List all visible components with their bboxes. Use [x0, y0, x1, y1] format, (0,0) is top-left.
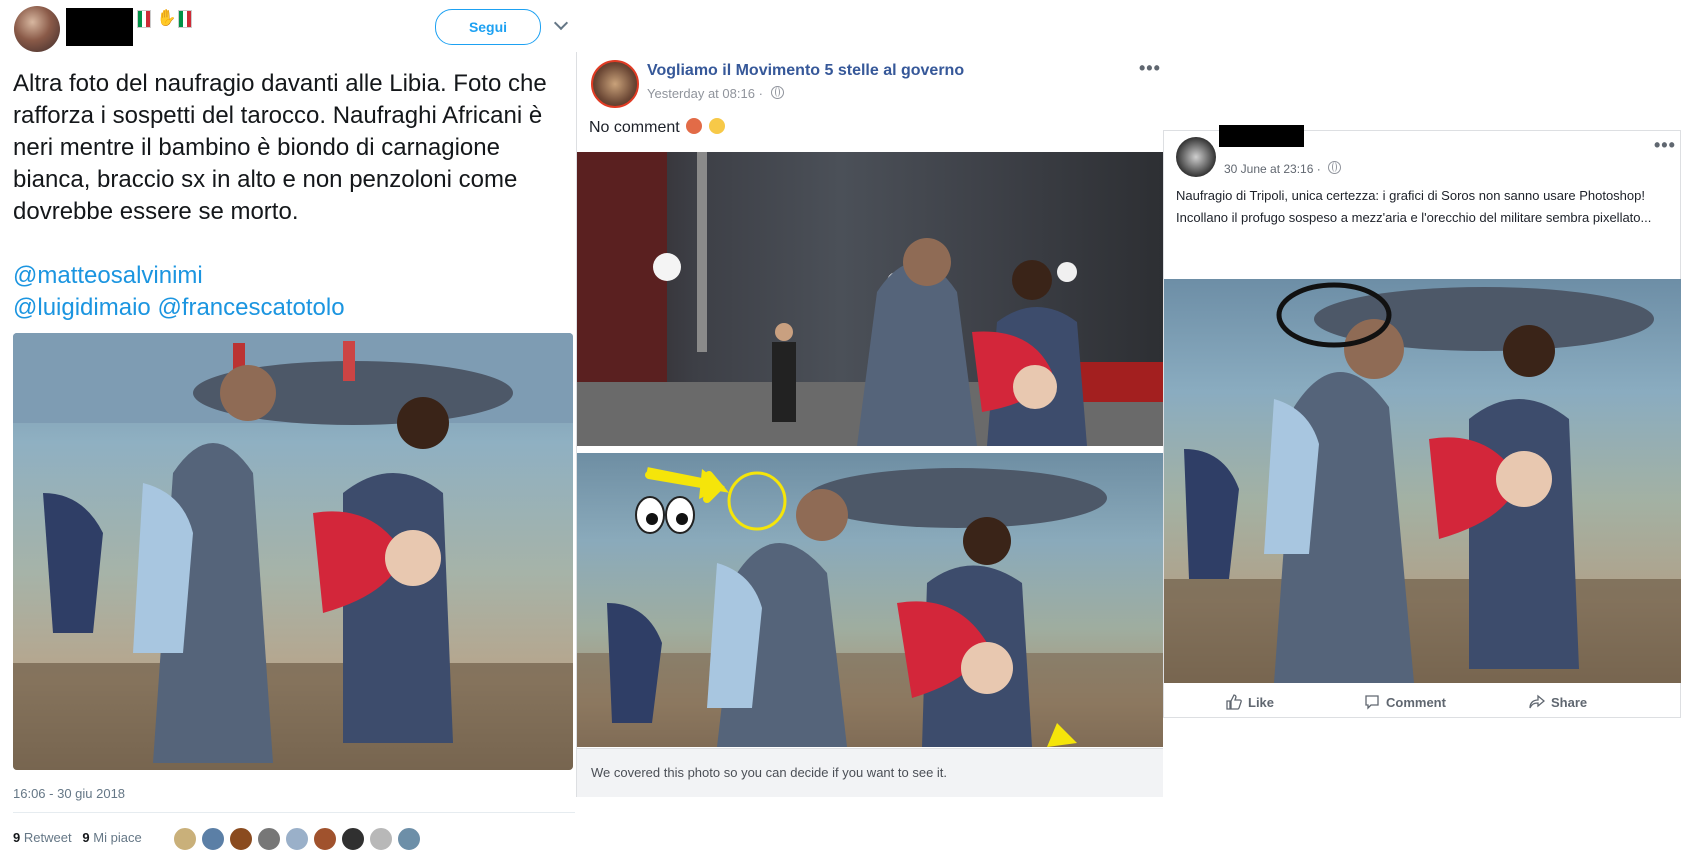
post-timestamp: 30 June at 23:16 ·: [1224, 161, 1342, 176]
italy-flag-icon: [137, 9, 151, 28]
angry-face-icon: [686, 118, 703, 134]
liker-avatar[interactable]: [397, 827, 421, 851]
italy-flag-icon: [178, 9, 193, 28]
like-label: Like: [1248, 695, 1275, 710]
share-label: Share: [1551, 695, 1588, 710]
post-paragraph: Naufragio di Tripoli, unica certezza: i …: [1176, 188, 1645, 203]
liker-avatar[interactable]: [257, 827, 281, 851]
share-icon: [1529, 694, 1545, 709]
page-avatar[interactable]: [591, 60, 639, 108]
liker-avatars: [173, 827, 425, 851]
comment-button[interactable]: Comment: [1364, 694, 1446, 710]
tweet-text: Altra foto del naufragio davanti alle Li…: [13, 70, 547, 225]
divider: [13, 812, 575, 813]
tweet-panel: ✋ Segui Altra foto del naufragio davanti…: [0, 0, 575, 851]
post-paragraph: Incollano il profugo sospeso a mezz'aria…: [1176, 210, 1652, 225]
post-photo-annotated[interactable]: [577, 453, 1163, 747]
page-name-link[interactable]: Vogliamo il Movimento 5 stelle al govern…: [647, 62, 964, 80]
post-text: No comment: [589, 118, 725, 137]
mention-link[interactable]: @francescatotolo: [157, 294, 344, 321]
liker-avatar[interactable]: [229, 827, 253, 851]
like-count: 9: [82, 830, 90, 845]
author-name-emoji: ✋: [137, 8, 193, 28]
share-button[interactable]: Share: [1529, 694, 1587, 710]
redacted-author-name: [1219, 125, 1304, 147]
sad-face-icon: [708, 118, 725, 134]
post-message: No comment: [589, 119, 680, 136]
liker-avatar[interactable]: [173, 827, 197, 851]
liker-avatar[interactable]: [369, 827, 393, 851]
chevron-down-icon[interactable]: [553, 15, 569, 31]
timestamp-link[interactable]: 30 June at 23:16: [1224, 162, 1313, 176]
retweet-count: 9: [13, 830, 21, 845]
post-actions: Like Comment Share: [1164, 686, 1681, 718]
mention-link[interactable]: @matteosalvinimi: [13, 260, 573, 292]
facebook-post-1: Vogliamo il Movimento 5 stelle al govern…: [576, 52, 1163, 797]
liker-avatar[interactable]: [313, 827, 337, 851]
liker-avatar[interactable]: [341, 827, 365, 851]
raised-hand-icon: ✋: [156, 9, 178, 27]
tweet-stats: 9 Retweet 9 Mi piace: [13, 830, 142, 845]
redacted-author-name: [66, 8, 133, 46]
comment-icon: [1365, 695, 1379, 710]
cover-notice-text: We covered this photo so you can decide …: [591, 765, 948, 780]
sensitive-content-notice: We covered this photo so you can decide …: [577, 748, 1163, 797]
tweet-mentions: @matteosalvinimi @luigidimaio @francesca…: [13, 260, 573, 324]
globe-icon: [1328, 161, 1342, 174]
tweet-author-avatar[interactable]: [14, 6, 60, 52]
comment-label: Comment: [1386, 695, 1446, 710]
tweet-timestamp[interactable]: 16:06 - 30 giu 2018: [13, 786, 125, 801]
more-options-icon[interactable]: •••: [1139, 58, 1161, 79]
tweet-photo[interactable]: [13, 333, 573, 770]
like-label[interactable]: Mi piace: [93, 830, 141, 845]
follow-button[interactable]: Segui: [435, 9, 541, 45]
liker-avatar[interactable]: [285, 827, 309, 851]
more-options-icon[interactable]: •••: [1654, 135, 1676, 156]
like-button[interactable]: Like: [1226, 694, 1274, 710]
mention-link[interactable]: @luigidimaio: [13, 294, 151, 321]
thumbs-up-icon: [1226, 694, 1242, 710]
retweet-label[interactable]: Retweet: [24, 830, 72, 845]
liker-avatar[interactable]: [201, 827, 225, 851]
globe-icon: [770, 86, 784, 99]
post-photo[interactable]: [1164, 279, 1681, 683]
timestamp-link[interactable]: Yesterday at 08:16: [647, 86, 755, 101]
post-text: Naufragio di Tripoli, unica certezza: i …: [1176, 187, 1656, 231]
post-photo-stage[interactable]: [577, 152, 1163, 446]
author-avatar[interactable]: [1176, 137, 1216, 177]
facebook-post-2: 30 June at 23:16 · ••• Naufragio di Trip…: [1163, 125, 1681, 718]
post-timestamp: Yesterday at 08:16 ·: [647, 86, 784, 101]
